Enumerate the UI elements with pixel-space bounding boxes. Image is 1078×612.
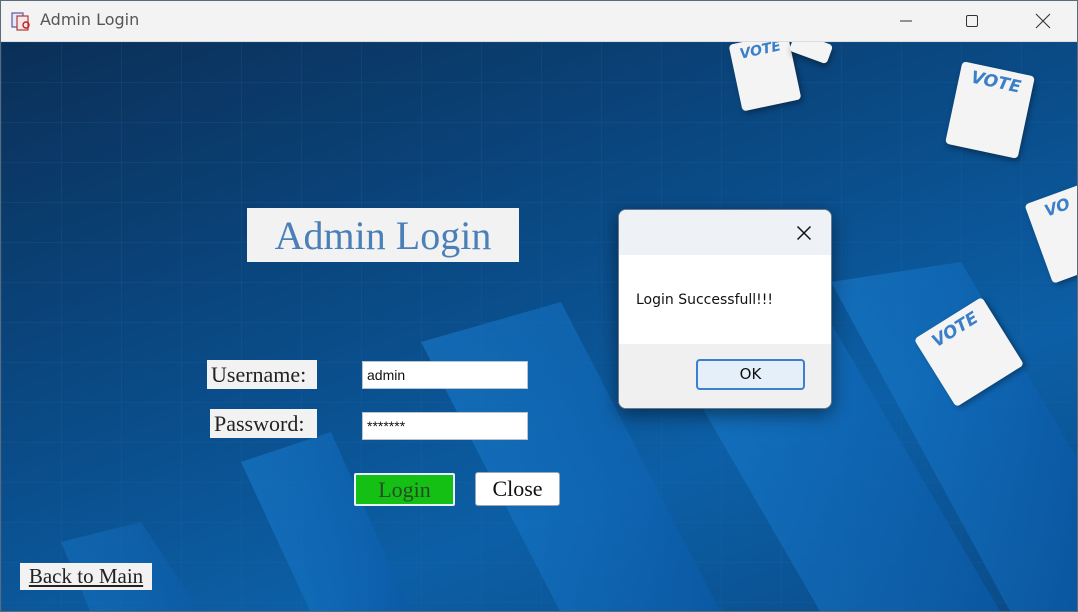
- close-icon: [796, 225, 812, 241]
- vote-badge: VOTE: [738, 42, 783, 63]
- background-chart-image: [1, 42, 1077, 611]
- dialog-body: Login Successfull!!!: [619, 255, 831, 344]
- page-title-text: Admin Login: [274, 212, 492, 258]
- username-label: Username:: [207, 360, 317, 389]
- close-window-button[interactable]: [1008, 1, 1077, 41]
- title-bar: Admin Login: [1, 1, 1077, 42]
- close-icon: [1035, 13, 1051, 29]
- login-button[interactable]: Login: [354, 473, 455, 506]
- maximize-icon: [966, 15, 978, 27]
- dialog-message: Login Successfull!!!: [636, 292, 773, 308]
- maximize-button[interactable]: [937, 1, 1007, 41]
- ok-button[interactable]: OK: [696, 359, 805, 390]
- page-title: Admin Login: [247, 208, 519, 262]
- login-panel: VOTE VOTE VO VOTE Admin Login Username: …: [1, 42, 1077, 611]
- password-label: Password:: [210, 409, 317, 438]
- message-dialog: Login Successfull!!! OK: [618, 209, 832, 409]
- minimize-button[interactable]: [871, 1, 941, 41]
- close-button[interactable]: Close: [475, 472, 560, 506]
- username-input[interactable]: admin: [362, 361, 528, 389]
- ballot-app-icon: [11, 12, 30, 31]
- back-to-main-link[interactable]: Back to Main: [20, 563, 152, 590]
- dialog-close-button[interactable]: [791, 220, 817, 246]
- dialog-header: [619, 210, 831, 255]
- admin-login-window: Admin Login VOTE VOTE VO VOTE Admin Logi…: [0, 0, 1078, 612]
- minimize-icon: [900, 20, 912, 22]
- dialog-footer: OK: [619, 344, 831, 408]
- password-input[interactable]: *******: [362, 412, 528, 440]
- window-title: Admin Login: [40, 10, 140, 29]
